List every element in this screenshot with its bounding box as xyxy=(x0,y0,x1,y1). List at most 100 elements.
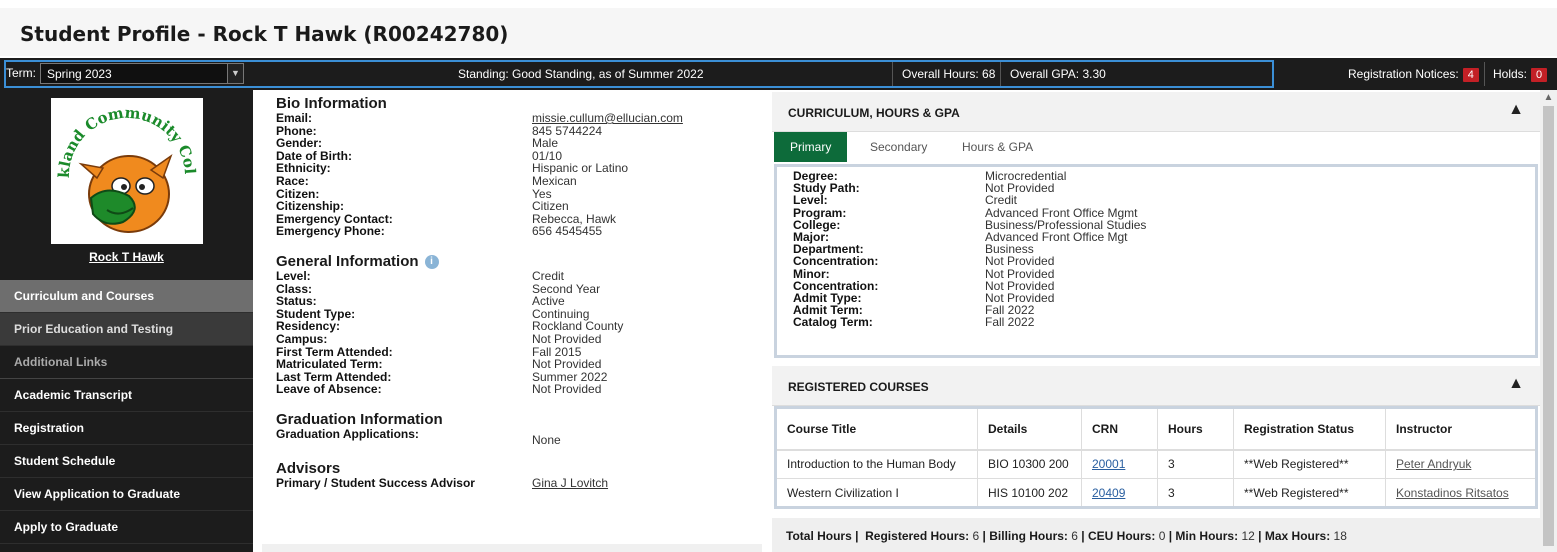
sidebar-item-schedule[interactable]: Student Schedule xyxy=(0,445,253,478)
student-name-link[interactable]: Rock T Hawk xyxy=(0,250,253,264)
registered-panel-header[interactable]: REGISTERED COURSES ▲ xyxy=(772,366,1540,406)
curriculum-row: Department: Business xyxy=(793,243,1519,255)
course-hours: 3 xyxy=(1157,478,1234,508)
curriculum-title: CURRICULUM, HOURS & GPA xyxy=(788,106,960,120)
curriculum-row: Admit Type: Not Provided xyxy=(793,292,1519,304)
billing-hours-label: Billing Hours: xyxy=(989,529,1068,543)
field-label: Primary / Student Success Advisor xyxy=(276,475,475,490)
curriculum-row: Admit Term: Fall 2022 xyxy=(793,304,1519,316)
max-hours-value: 18 xyxy=(1333,529,1347,543)
general-row: Status: Active xyxy=(276,295,756,308)
curriculum-row: Concentration: Not Provided xyxy=(793,255,1519,267)
field-label: Minor: xyxy=(793,266,830,281)
field-value: Not Provided xyxy=(985,254,1055,269)
curriculum-tabs: Primary Secondary Hours & GPA xyxy=(774,132,1540,164)
col-instructor: Instructor xyxy=(1385,407,1537,451)
field-value: Credit xyxy=(985,193,1018,208)
overall-gpa: Overall GPA: 3.30 xyxy=(1010,67,1106,81)
field-value: Fall 2022 xyxy=(985,315,1035,330)
scroll-up-icon[interactable]: ▲ xyxy=(1540,92,1557,103)
field-label: Graduation Applications: xyxy=(276,426,419,441)
crn-link[interactable]: 20409 xyxy=(1081,478,1158,508)
registration-notices-badge[interactable]: 4 xyxy=(1462,68,1479,82)
sidebar-item-curriculum[interactable]: Curriculum and Courses xyxy=(0,280,253,313)
instructor-link[interactable]: Peter Andryuk xyxy=(1385,449,1537,479)
curriculum-row: College: Business/Professional Studies xyxy=(793,219,1519,231)
curriculum-row: Degree: Microcredential xyxy=(793,170,1519,182)
curriculum-row: Level: Credit xyxy=(793,194,1519,206)
tab-secondary[interactable]: Secondary xyxy=(854,132,943,162)
tab-primary[interactable]: Primary xyxy=(774,132,848,162)
scrollbar[interactable]: ▲ xyxy=(1540,90,1557,552)
tab-hours-gpa[interactable]: Hours & GPA xyxy=(946,132,1049,162)
crn-link-text[interactable]: 20409 xyxy=(1092,486,1125,500)
sidebar-item-prior-education[interactable]: Prior Education and Testing xyxy=(0,313,253,346)
status-bar: Term: Spring 2023 ▼ Standing: Good Stand… xyxy=(0,58,1557,90)
sidebar-item-transcript[interactable]: Academic Transcript xyxy=(0,379,253,412)
instructor-link[interactable]: Konstadinos Ritsatos xyxy=(1385,478,1537,508)
curriculum-row: Study Path: Not Provided xyxy=(793,182,1519,194)
field-label: Campus: xyxy=(276,331,328,346)
course-title: Introduction to the Human Body xyxy=(775,449,978,479)
field-value: Not Provided xyxy=(532,357,602,372)
field-value: Male xyxy=(532,136,559,151)
registration-notices-label: Registration Notices: xyxy=(1348,67,1459,81)
registration-notices[interactable]: Registration Notices: 4 xyxy=(1348,67,1479,82)
holds-badge[interactable]: 0 xyxy=(1531,68,1548,82)
curriculum-row: Concentration: Not Provided xyxy=(793,280,1519,292)
overall-hours: Overall Hours: 68 xyxy=(902,67,996,81)
field-label: Matriculated Term: xyxy=(276,357,383,372)
field-value: Mexican xyxy=(532,173,577,188)
sidebar-nav: Curriculum and Courses Prior Education a… xyxy=(0,280,253,544)
registration-status: **Web Registered** xyxy=(1233,449,1386,479)
registered-hours-value: 6 xyxy=(972,529,980,543)
bio-section: Bio Information Email: missie.cullum@ellu… xyxy=(276,96,756,489)
instructor-link-text[interactable]: Konstadinos Ritsatos xyxy=(1396,486,1509,500)
bio-row: Date of Birth: 01/10 xyxy=(276,150,756,163)
chevron-up-icon[interactable]: ▲ xyxy=(1508,101,1524,119)
term-select[interactable]: Spring 2023 ▼ xyxy=(40,63,244,84)
bio-title: Bio Information xyxy=(276,95,387,112)
field-value: None xyxy=(532,432,561,447)
chevron-down-icon[interactable]: ▼ xyxy=(227,64,243,83)
table-header-row: Course Title Details CRN Hours Registrat… xyxy=(775,407,1537,451)
advisor-link[interactable]: Gina J Lovitch xyxy=(532,477,608,490)
divider xyxy=(1484,62,1485,86)
sidebar-heading-additional-links: Additional Links xyxy=(0,346,253,379)
field-value: Active xyxy=(532,294,565,309)
standing-text: Standing: Good Standing, as of Summer 20… xyxy=(458,67,704,81)
field-value: Not Provided xyxy=(532,382,602,397)
bio-row: Email: missie.cullum@ellucian.com xyxy=(276,112,756,125)
email-link[interactable]: missie.cullum@ellucian.com xyxy=(532,112,683,125)
field-value: Not Provided xyxy=(532,331,602,346)
bio-row: Emergency Phone: 656 4545455 xyxy=(276,225,756,238)
holds[interactable]: Holds: 0 xyxy=(1493,67,1548,82)
instructor-link-text[interactable]: Peter Andryuk xyxy=(1396,457,1471,471)
registered-courses-table: Course Title Details CRN Hours Registrat… xyxy=(774,406,1538,509)
advisors-title: Advisors xyxy=(276,459,341,477)
col-crn: CRN xyxy=(1081,407,1158,451)
crn-link-text[interactable]: 20001 xyxy=(1092,457,1125,471)
scroll-thumb[interactable] xyxy=(1543,106,1554,546)
sidebar-item-registration[interactable]: Registration xyxy=(0,412,253,445)
table-row: Western Civilization I HIS 10100 202 204… xyxy=(775,478,1537,508)
col-details: Details xyxy=(977,407,1082,451)
college-logo: Rockland Community College xyxy=(45,84,203,244)
curriculum-panel-header[interactable]: CURRICULUM, HOURS & GPA ▲ xyxy=(772,92,1540,132)
total-hours-label: Total Hours | xyxy=(786,529,859,543)
info-icon[interactable]: i xyxy=(424,254,439,269)
chevron-up-icon[interactable]: ▲ xyxy=(1508,375,1524,393)
sidebar-item-view-application[interactable]: View Application to Graduate xyxy=(0,478,253,511)
field-value: Credit xyxy=(532,268,565,283)
curriculum-row: Minor: Not Provided xyxy=(793,266,1519,281)
crn-link[interactable]: 20001 xyxy=(1081,449,1158,479)
field-label: Citizenship: xyxy=(276,199,344,214)
registered-title: REGISTERED COURSES xyxy=(788,380,929,394)
general-info-heading: General Information i xyxy=(276,253,756,270)
term-value: Spring 2023 xyxy=(47,67,112,81)
registered-hours-label: Registered Hours: xyxy=(865,529,970,543)
general-row: Leave of Absence: Not Provided xyxy=(276,383,756,396)
field-label: Status: xyxy=(276,294,317,309)
sidebar-item-apply-graduate[interactable]: Apply to Graduate xyxy=(0,511,253,544)
course-hours: 3 xyxy=(1157,449,1234,479)
